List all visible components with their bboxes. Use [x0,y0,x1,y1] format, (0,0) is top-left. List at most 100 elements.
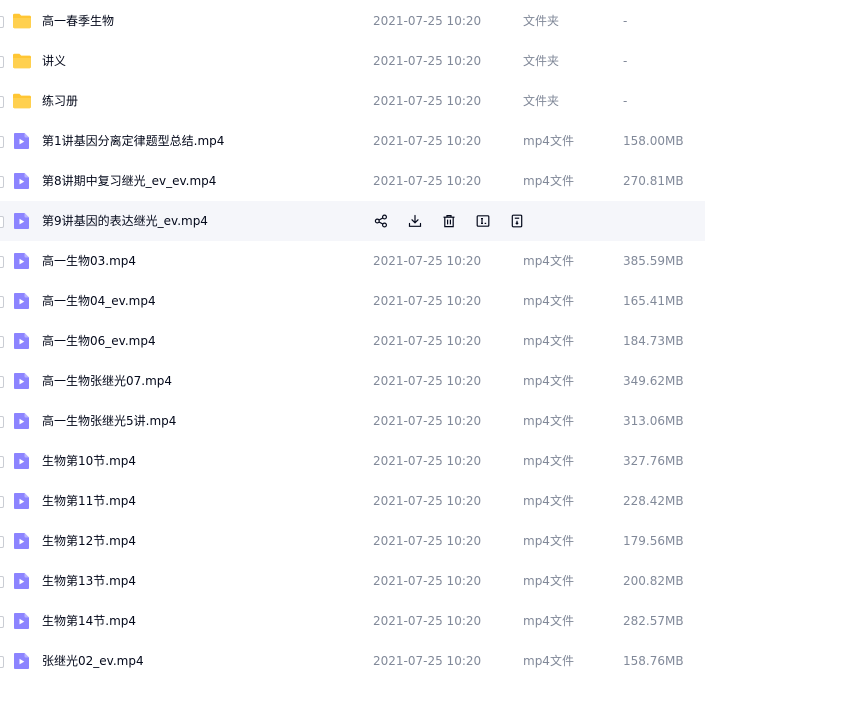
file-row[interactable]: 张继光02_ev.mp4 2021-07-25 10:20 mp4文件 158.76M… [0,641,705,681]
row-checkbox[interactable] [0,496,4,508]
row-checkbox[interactable] [0,416,4,428]
file-size: 179.56MB [623,534,684,548]
file-name[interactable]: 生物第11节.mp4 [42,481,136,521]
download-icon[interactable] [406,212,424,230]
file-list: 高一春季生物 2021-07-25 10:20 文件夹 - 讲义 2021-07-25 1… [0,1,861,681]
row-checkbox[interactable] [0,136,4,148]
file-row[interactable]: 第1讲基因分离定律题型总结.mp4 2021-07-25 10:20 mp4文件 15… [0,121,705,161]
row-checkbox[interactable] [0,656,4,668]
file-row[interactable]: 第9讲基因的表达继光_ev.mp4 [0,201,705,241]
modified-date: 2021-07-25 10:20 [373,134,482,148]
file-type: mp4文件 [523,174,574,188]
rename-icon[interactable] [474,212,492,230]
file-row[interactable]: 第8讲期中复习继光_ev_ev.mp4 2021-07-25 10:20 mp4文件… [0,161,705,201]
video-file-icon [12,332,32,350]
file-row[interactable]: 生物第12节.mp4 2021-07-25 10:20 mp4文件 179.56MB [0,521,705,561]
modified-date: 2021-07-25 10:20 [373,454,482,468]
modified-date: 2021-07-25 10:20 [373,174,482,188]
file-name[interactable]: 张继光02_ev.mp4 [42,641,144,681]
delete-icon[interactable] [440,212,458,230]
file-name[interactable]: 高一生物03.mp4 [42,241,136,281]
modified-date: 2021-07-25 10:20 [373,54,482,68]
file-name[interactable]: 第9讲基因的表达继光_ev.mp4 [42,201,208,241]
folder-row[interactable]: 练习册 2021-07-25 10:20 文件夹 - [0,81,705,121]
modified-date: 2021-07-25 10:20 [373,94,482,108]
folder-icon [12,12,32,30]
file-name[interactable]: 第1讲基因分离定律题型总结.mp4 [42,121,224,161]
file-size: 165.41MB [623,294,684,308]
file-row[interactable]: 高一生物张继光5讲.mp4 2021-07-25 10:20 mp4文件 313.06… [0,401,705,441]
file-row[interactable]: 高一生物03.mp4 2021-07-25 10:20 mp4文件 385.59MB [0,241,705,281]
file-name[interactable]: 高一生物04_ev.mp4 [42,281,156,321]
more-icon[interactable] [508,212,526,230]
video-file-icon [12,212,32,230]
file-size: 385.59MB [623,254,684,268]
file-row[interactable]: 高一生物张继光07.mp4 2021-07-25 10:20 mp4文件 349.62… [0,361,705,401]
file-size: 228.42MB [623,494,684,508]
file-size: - [623,54,628,68]
file-size: 282.57MB [623,614,684,628]
row-checkbox[interactable] [0,296,4,308]
modified-date: 2021-07-25 10:20 [373,534,482,548]
folder-icon [12,52,32,70]
modified-date: 2021-07-25 10:20 [373,414,482,428]
row-checkbox[interactable] [0,376,4,388]
video-file-icon [12,612,32,630]
modified-date: 2021-07-25 10:20 [373,374,482,388]
file-row[interactable]: 生物第13节.mp4 2021-07-25 10:20 mp4文件 200.82MB [0,561,705,601]
file-size: - [623,14,628,28]
file-type: mp4文件 [523,334,574,348]
row-checkbox[interactable] [0,216,4,228]
file-size: 349.62MB [623,374,684,388]
file-row[interactable]: 高一生物06_ev.mp4 2021-07-25 10:20 mp4文件 184.73… [0,321,705,361]
file-type: mp4文件 [523,294,574,308]
file-type: mp4文件 [523,534,574,548]
file-name[interactable]: 讲义 [42,41,66,81]
file-size: 158.76MB [623,654,684,668]
row-checkbox[interactable] [0,456,4,468]
video-file-icon [12,412,32,430]
file-type: mp4文件 [523,374,574,388]
row-checkbox[interactable] [0,176,4,188]
row-checkbox[interactable] [0,16,4,28]
file-row[interactable]: 生物第10节.mp4 2021-07-25 10:20 mp4文件 327.76MB [0,441,705,481]
folder-row[interactable]: 高一春季生物 2021-07-25 10:20 文件夹 - [0,1,705,41]
row-checkbox[interactable] [0,536,4,548]
file-name[interactable]: 高一生物张继光5讲.mp4 [42,401,176,441]
file-type: mp4文件 [523,494,574,508]
file-name[interactable]: 高一春季生物 [42,1,114,41]
file-row[interactable]: 生物第14节.mp4 2021-07-25 10:20 mp4文件 282.57MB [0,601,705,641]
modified-date: 2021-07-25 10:20 [373,614,482,628]
row-checkbox[interactable] [0,56,4,68]
share-icon[interactable] [372,212,390,230]
file-name[interactable]: 第8讲期中复习继光_ev_ev.mp4 [42,161,216,201]
file-type: mp4文件 [523,254,574,268]
modified-date: 2021-07-25 10:20 [373,494,482,508]
video-file-icon [12,652,32,670]
modified-date: 2021-07-25 10:20 [373,294,482,308]
file-name[interactable]: 高一生物张继光07.mp4 [42,361,172,401]
modified-date: 2021-07-25 10:20 [373,254,482,268]
folder-row[interactable]: 讲义 2021-07-25 10:20 文件夹 - [0,41,705,81]
file-name[interactable]: 生物第14节.mp4 [42,601,136,641]
file-name[interactable]: 生物第10节.mp4 [42,441,136,481]
file-row[interactable]: 生物第11节.mp4 2021-07-25 10:20 mp4文件 228.42MB [0,481,705,521]
row-checkbox[interactable] [0,616,4,628]
modified-date: 2021-07-25 10:20 [373,14,482,28]
video-file-icon [12,372,32,390]
video-file-icon [12,172,32,190]
video-file-icon [12,132,32,150]
row-checkbox[interactable] [0,96,4,108]
row-checkbox[interactable] [0,336,4,348]
file-name[interactable]: 生物第13节.mp4 [42,561,136,601]
file-row[interactable]: 高一生物04_ev.mp4 2021-07-25 10:20 mp4文件 165.41… [0,281,705,321]
row-checkbox[interactable] [0,256,4,268]
file-type: mp4文件 [523,614,574,628]
file-name[interactable]: 高一生物06_ev.mp4 [42,321,156,361]
file-type: mp4文件 [523,134,574,148]
file-size: 200.82MB [623,574,684,588]
file-size: - [623,94,628,108]
row-checkbox[interactable] [0,576,4,588]
file-name[interactable]: 生物第12节.mp4 [42,521,136,561]
file-name[interactable]: 练习册 [42,81,78,121]
